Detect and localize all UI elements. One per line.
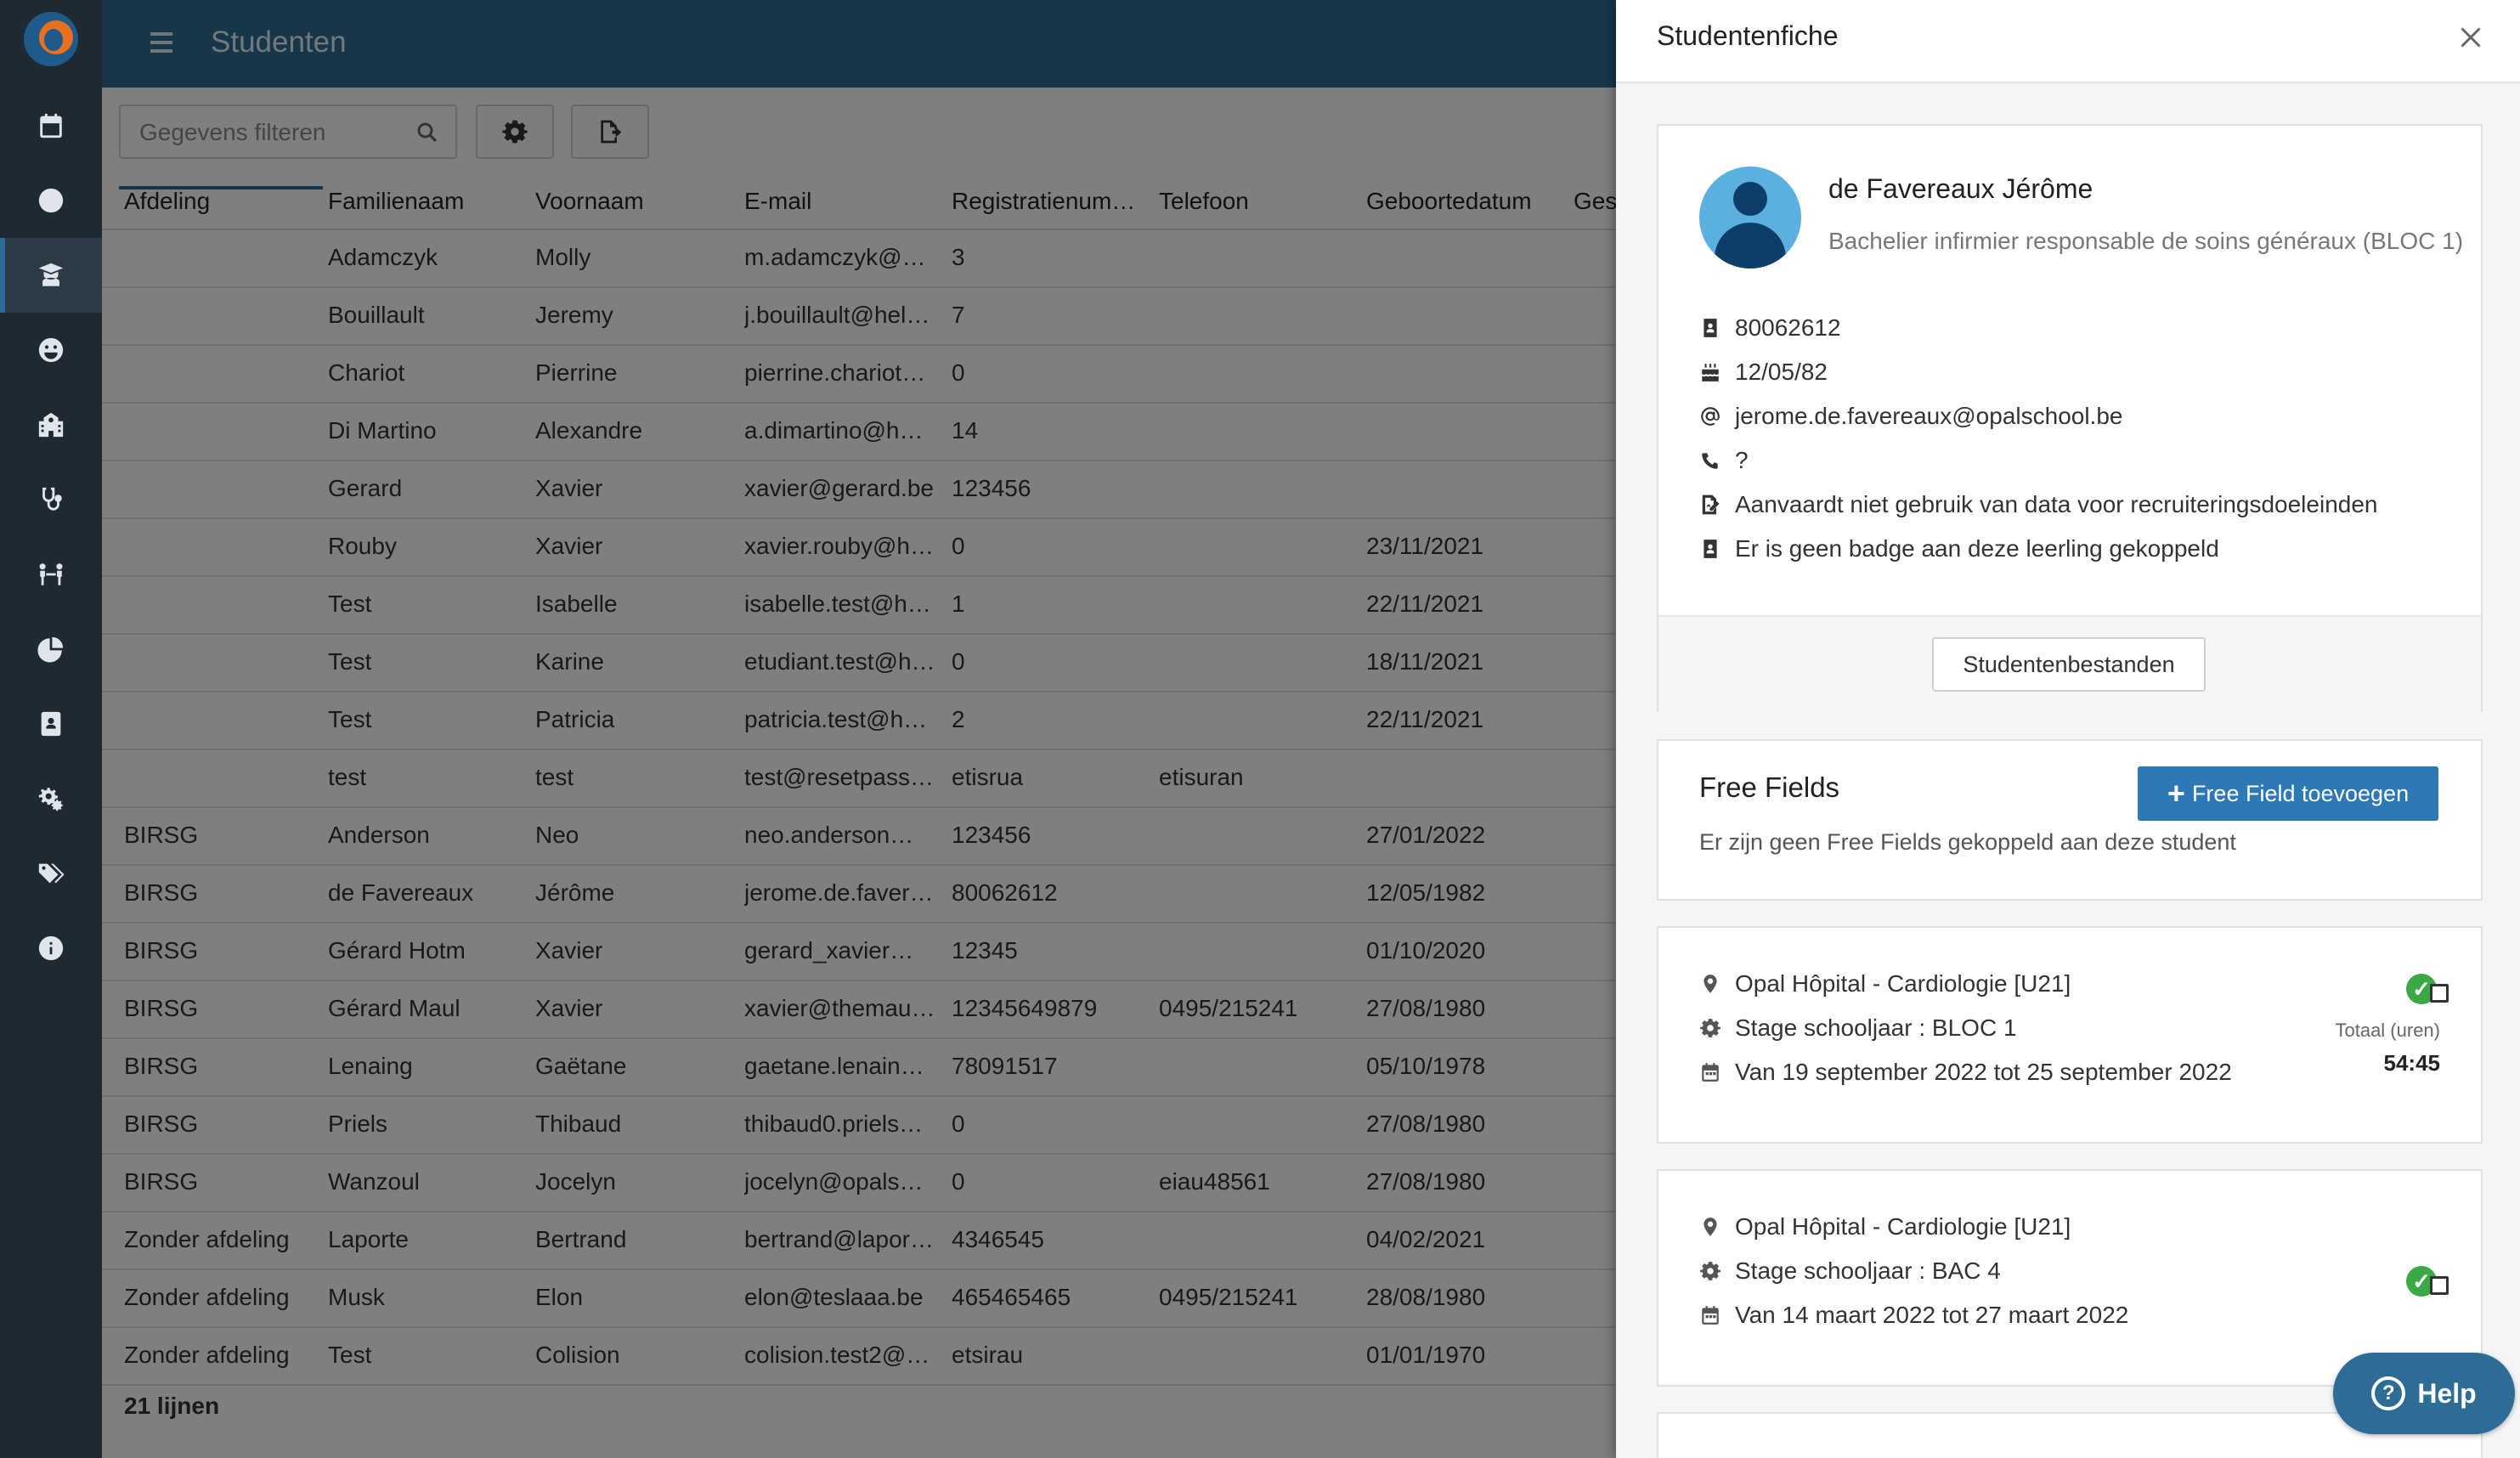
info-phone: ? <box>1699 447 1749 474</box>
nav-students[interactable] <box>0 238 102 313</box>
status-approved-icon: ✓ <box>2406 1266 2454 1300</box>
graduate-icon <box>38 263 64 286</box>
internship-period: Van 14 maart 2022 tot 27 maart 2022 <box>1699 1302 2128 1329</box>
info-birthdate: 12/05/82 <box>1699 359 1828 386</box>
internship-location: Opal Hôpital - Cardiologie [U21] <box>1699 970 2071 997</box>
internship-year: Stage schooljaar : BLOC 1 <box>1699 1014 2017 1042</box>
gear-icon <box>1700 1262 1720 1280</box>
panel-title: Studentenfiche <box>1657 20 1839 51</box>
nav-badges[interactable] <box>0 687 102 761</box>
avatar <box>1699 167 1801 268</box>
map-marker-icon <box>1704 975 1717 993</box>
info-registration: 80062612 <box>1699 314 1841 342</box>
student-name: de Favereaux Jérôme <box>1828 173 2093 204</box>
calendar-icon <box>1702 1306 1719 1325</box>
settings-icon <box>38 788 63 811</box>
student-card: de Favereaux Jérôme Bachelier infirmier … <box>1657 124 2483 714</box>
student-card-footer: Studentenbestanden <box>1658 615 2481 714</box>
signature-icon <box>1702 494 1720 515</box>
birthday-cake-icon <box>1702 364 1719 381</box>
tags-icon <box>38 863 65 884</box>
modal-backdrop[interactable] <box>102 0 1616 1458</box>
student-program: Bachelier infirmier responsable de soins… <box>1828 228 2464 254</box>
info-email: jerome.de.favereaux@opalschool.be <box>1699 403 2122 430</box>
stethoscope-icon <box>42 487 62 511</box>
student-detail-panel: Studentenfiche de Favereaux Jérôme Bache… <box>1616 0 2520 1458</box>
school-icon <box>38 412 64 438</box>
pie-chart-icon <box>37 636 64 663</box>
nav-care[interactable] <box>0 462 102 537</box>
panel-header: Studentenfiche <box>1616 0 2520 83</box>
question-icon: ? <box>2371 1376 2406 1410</box>
nav-schools[interactable] <box>0 387 102 462</box>
app-logo[interactable] <box>24 12 78 66</box>
nav-info[interactable] <box>0 911 102 986</box>
total-hours-label: Totaal (uren) <box>2335 1020 2440 1041</box>
close-icon[interactable] <box>2455 22 2486 53</box>
at-icon <box>1701 407 1720 426</box>
sidebar <box>0 0 102 1458</box>
total-hours-value: 54:45 <box>2383 1050 2441 1076</box>
free-fields-card: Free Fields + Free Field toevoegen Er zi… <box>1657 739 2483 901</box>
nav-settings[interactable] <box>0 761 102 836</box>
free-fields-empty: Er zijn geen Free Fields gekoppeld aan d… <box>1699 829 2236 855</box>
internship-card[interactable]: Opal Hôpital - Cardiologie [U21] Stage s… <box>1657 1169 2483 1387</box>
smiley-icon <box>38 337 64 363</box>
plus-icon: + <box>2167 776 2185 811</box>
free-fields-title: Free Fields <box>1699 771 1840 803</box>
badge-icon <box>1704 540 1717 558</box>
nav-calendar[interactable] <box>0 88 102 163</box>
badge-icon <box>41 711 61 737</box>
internship-period: Van 19 september 2022 tot 25 september 2… <box>1699 1059 2232 1086</box>
people-icon <box>39 563 63 585</box>
map-marker-icon <box>1704 1218 1717 1236</box>
info-data-consent: Aanvaardt niet gebruik van data voor rec… <box>1699 491 2377 518</box>
nav-people[interactable] <box>0 537 102 612</box>
nav-time[interactable] <box>0 163 102 238</box>
student-files-button[interactable]: Studentenbestanden <box>1932 637 2206 692</box>
internship-card[interactable]: Opal Hôpital - Cardiologie [U21] Stage s… <box>1657 926 2483 1144</box>
help-button[interactable]: ? Help <box>2333 1353 2515 1434</box>
add-free-field-button[interactable]: + Free Field toevoegen <box>2138 766 2438 821</box>
phone-icon <box>1702 453 1718 469</box>
nav-tags[interactable] <box>0 836 102 911</box>
clock-icon <box>38 188 64 213</box>
internship-year: Stage schooljaar : BAC 4 <box>1699 1257 2001 1285</box>
nav-feedback[interactable] <box>0 313 102 387</box>
info-icon <box>38 935 64 961</box>
info-badge: Er is geen badge aan deze leerling gekop… <box>1699 535 2219 562</box>
nav-stats[interactable] <box>0 612 102 687</box>
gear-icon <box>1700 1019 1720 1037</box>
id-card-icon <box>1704 319 1717 337</box>
calendar-icon <box>1702 1063 1719 1082</box>
status-approved-icon: ✓ <box>2406 974 2454 1008</box>
internship-location: Opal Hôpital - Cardiologie [U21] <box>1699 1213 2071 1240</box>
calendar-icon <box>40 113 62 138</box>
